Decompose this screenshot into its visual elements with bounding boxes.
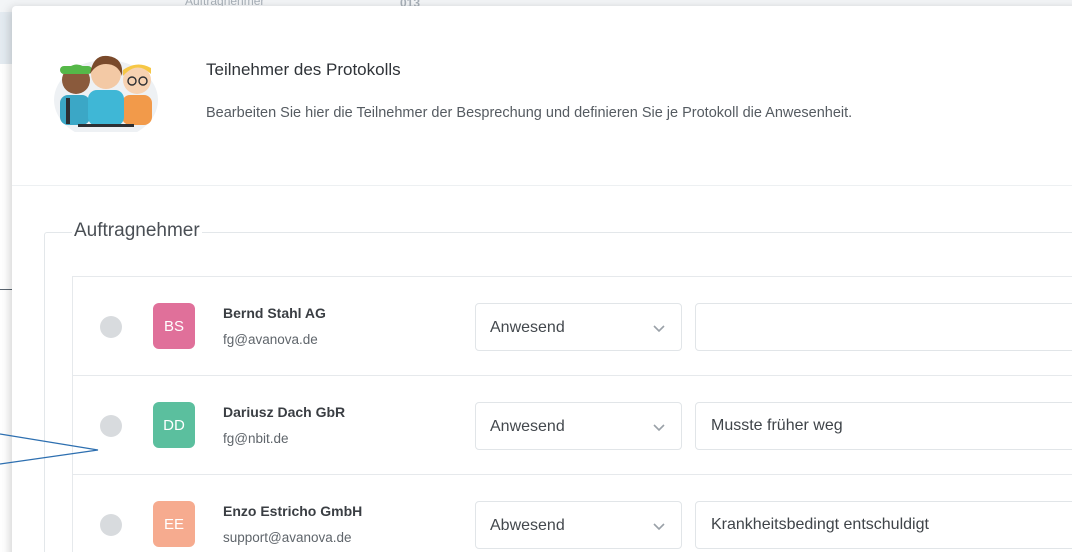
callout-pointer [0, 433, 99, 465]
participant-email: fg@nbit.de [223, 431, 289, 446]
chevron-down-icon [653, 424, 665, 432]
participant-list: BS Bernd Stahl AG fg@avanova.de Anwesend… [72, 276, 1072, 552]
participant-email: support@avanova.de [223, 530, 352, 545]
dialog-header: Teilnehmer des Protokolls Bearbeiten Sie… [12, 6, 1072, 186]
attendance-select[interactable]: Anwesend [475, 303, 682, 351]
participant-name: Enzo Estricho GmbH [223, 503, 363, 519]
participant-row: BS Bernd Stahl AG fg@avanova.de Anwesend [72, 276, 1072, 375]
participant-select-radio[interactable] [100, 316, 122, 338]
remark-input[interactable]: Krankheitsbedingt entschuldigt [695, 501, 1072, 549]
chevron-down-icon [653, 325, 665, 333]
participant-row: EE Enzo Estricho GmbH support@avanova.de… [72, 474, 1072, 552]
participant-avatar: DD [153, 402, 195, 448]
remark-input[interactable]: Musste früher weg [695, 402, 1072, 450]
chevron-down-icon [653, 523, 665, 531]
attendance-select[interactable]: Anwesend [475, 402, 682, 450]
dialog-title: Teilnehmer des Protokolls [206, 60, 401, 79]
participant-name: Dariusz Dach GbR [223, 404, 346, 420]
remark-input[interactable] [695, 303, 1072, 351]
attendance-value: Anwesend [490, 418, 565, 435]
section-legend: Auftragnehmer [72, 220, 202, 242]
participant-row: DD Dariusz Dach GbR fg@nbit.de Anwesend … [72, 375, 1072, 474]
participant-select-radio[interactable] [100, 514, 122, 536]
participant-avatar: BS [153, 303, 195, 349]
dialog-subtitle: Bearbeiten Sie hier die Teilnehmer der B… [206, 105, 853, 121]
participant-email: fg@avanova.de [223, 332, 318, 347]
attendance-select[interactable]: Abwesend [475, 501, 682, 549]
participant-avatar: EE [153, 501, 195, 547]
attendance-value: Anwesend [490, 319, 565, 336]
attendance-value: Abwesend [490, 517, 565, 534]
participant-name: Bernd Stahl AG [223, 305, 326, 321]
participants-group-icon [54, 55, 158, 132]
